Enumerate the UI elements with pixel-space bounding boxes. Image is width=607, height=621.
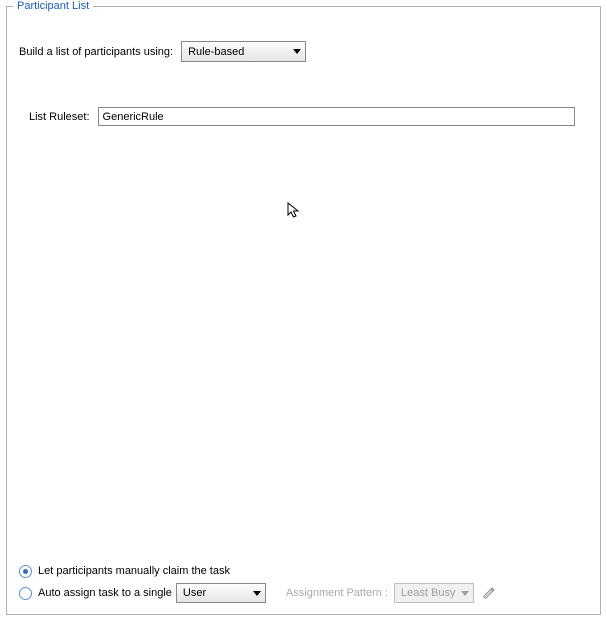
cursor-icon (287, 202, 301, 225)
radio-icon (19, 565, 32, 578)
groupbox-title: Participant List (13, 0, 93, 12)
chevron-down-icon (461, 591, 469, 596)
chevron-down-icon (253, 591, 261, 596)
edit-pattern-button[interactable] (482, 586, 496, 600)
build-row: Build a list of participants using: Rule… (19, 41, 306, 62)
auto-assign-label: Auto assign task to a single (38, 587, 172, 599)
assignment-pattern-select: Least Busy (394, 583, 474, 603)
manual-claim-option[interactable]: Let participants manually claim the task (19, 560, 588, 582)
radio-icon (19, 587, 32, 600)
auto-assign-target-value: User (183, 587, 206, 599)
auto-assign-row: Auto assign task to a single User Assign… (19, 582, 588, 604)
ruleset-row: List Ruleset: (29, 107, 575, 126)
manual-claim-label: Let participants manually claim the task (38, 565, 230, 577)
pencil-icon (482, 586, 496, 600)
build-label: Build a list of participants using: (19, 46, 173, 58)
ruleset-input[interactable] (98, 107, 575, 126)
assignment-pattern-value: Least Busy (401, 587, 455, 599)
assignment-pattern-label: Assignment Pattern : (286, 587, 388, 599)
auto-assign-target-select[interactable]: User (176, 583, 266, 603)
auto-assign-option[interactable]: Auto assign task to a single (19, 587, 172, 600)
ruleset-label: List Ruleset: (29, 111, 90, 123)
build-method-select[interactable]: Rule-based (181, 41, 306, 62)
participant-list-groupbox: Participant List Build a list of partici… (6, 6, 601, 615)
chevron-down-icon (293, 49, 301, 54)
build-method-value: Rule-based (188, 46, 244, 58)
assignment-options: Let participants manually claim the task… (19, 560, 588, 604)
